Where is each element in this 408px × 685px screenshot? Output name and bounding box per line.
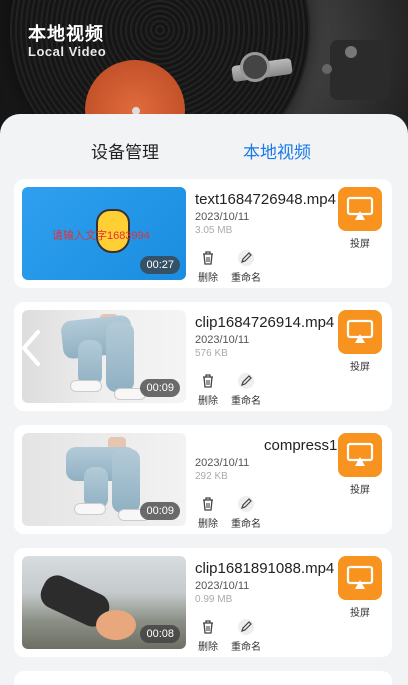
thumb-leg	[106, 322, 134, 392]
video-date: 2023/10/11	[195, 334, 250, 346]
rename-button[interactable]: 重命名	[228, 618, 264, 653]
duration-badge: 00:09	[140, 379, 180, 397]
rename-label: 重命名	[231, 642, 261, 653]
turntable-plate	[330, 40, 390, 100]
tab-bar: 设备管理 本地视频	[0, 114, 408, 178]
cast-icon-box	[338, 310, 382, 354]
delete-button[interactable]: 删除	[194, 372, 222, 407]
video-thumbnail[interactable]: 00:09	[22, 310, 186, 403]
cast-icon-box	[338, 433, 382, 477]
screen-cast-icon	[346, 196, 374, 220]
video-date: 2023/10/11	[195, 580, 250, 592]
rename-label: 重命名	[231, 396, 261, 407]
video-size: 576 KB	[195, 348, 228, 359]
content-panel: 设备管理 本地视频 请输入文字1683994 00:27 text1684726…	[0, 114, 408, 685]
duration-badge: 00:08	[140, 625, 180, 643]
video-filename: clip1681891088.mp4	[195, 560, 335, 577]
rename-label: 重命名	[231, 519, 261, 530]
tab-device-management[interactable]: 设备管理	[91, 138, 159, 163]
back-arrow-icon[interactable]	[16, 328, 46, 368]
trash-icon	[203, 251, 213, 265]
video-list-item[interactable]: 请输入文字1683994 00:27 text1684726948.mp4 20…	[14, 179, 392, 288]
turntable-knob	[322, 64, 332, 74]
video-date: 2023/10/11	[195, 211, 250, 223]
pencil-icon	[238, 373, 254, 389]
turntable-knob	[345, 46, 357, 58]
delete-label: 删除	[198, 519, 218, 530]
trash-icon	[203, 620, 213, 634]
delete-button[interactable]: 删除	[194, 249, 222, 284]
thumb-shoe	[74, 503, 106, 515]
video-list-item[interactable]: 00:08 clip1681891088.mp4 2023/10/11 0.99…	[14, 548, 392, 657]
screen-cast-icon	[346, 442, 374, 466]
video-size: 292 KB	[195, 471, 228, 482]
delete-label: 删除	[198, 642, 218, 653]
video-thumbnail[interactable]: 00:08	[22, 556, 186, 649]
video-size: 0.99 MB	[195, 594, 233, 605]
rename-button[interactable]: 重命名	[228, 372, 264, 407]
video-thumbnail[interactable]: 00:09	[22, 433, 186, 526]
cast-button[interactable]: 投屏	[337, 433, 383, 496]
video-filename: text1684726948.mp4	[195, 191, 336, 208]
cast-label: 投屏	[350, 608, 370, 619]
trash-icon	[203, 497, 213, 511]
cast-icon-box	[338, 556, 382, 600]
video-thumbnail[interactable]: 请输入文字1683994 00:27	[22, 187, 186, 280]
video-list-item[interactable]: 00:09 compress16847 2023/10/11 292 KB 删除…	[14, 425, 392, 534]
video-list-item[interactable]	[14, 671, 392, 685]
delete-label: 删除	[198, 273, 218, 284]
screen-cast-icon	[346, 319, 374, 343]
cast-label: 投屏	[350, 362, 370, 373]
page-subtitle: Local Video	[28, 44, 107, 59]
rename-button[interactable]: 重命名	[228, 495, 264, 530]
duration-badge: 00:09	[140, 502, 180, 520]
video-filename: clip1684726914.mp4	[195, 314, 335, 331]
cast-button[interactable]: 投屏	[337, 310, 383, 373]
trash-icon	[203, 374, 213, 388]
pencil-icon	[238, 496, 254, 512]
video-size: 3.05 MB	[195, 225, 233, 236]
cast-button[interactable]: 投屏	[337, 556, 383, 619]
rename-button[interactable]: 重命名	[228, 249, 264, 284]
video-list-item[interactable]: 00:09 clip1684726914.mp4 2023/10/11 576 …	[14, 302, 392, 411]
cast-button[interactable]: 投屏	[337, 187, 383, 250]
page-title: 本地视频	[28, 24, 104, 44]
delete-button[interactable]: 删除	[194, 495, 222, 530]
duration-badge: 00:27	[140, 256, 180, 274]
pencil-icon	[238, 250, 254, 266]
tab-local-video[interactable]: 本地视频	[243, 138, 311, 163]
thumb-figure	[96, 610, 136, 640]
delete-button[interactable]: 删除	[194, 618, 222, 653]
cast-label: 投屏	[350, 239, 370, 250]
pencil-icon	[238, 619, 254, 635]
thumb-shoe	[70, 380, 102, 392]
video-date: 2023/10/11	[195, 457, 250, 469]
screen-cast-icon	[346, 565, 374, 589]
rename-label: 重命名	[231, 273, 261, 284]
delete-label: 删除	[198, 396, 218, 407]
thumbnail-overlay-text: 请输入文字1683994	[52, 230, 150, 242]
cast-label: 投屏	[350, 485, 370, 496]
tonearm-base	[240, 52, 270, 82]
cast-icon-box	[338, 187, 382, 231]
thumb-leg	[112, 449, 140, 513]
